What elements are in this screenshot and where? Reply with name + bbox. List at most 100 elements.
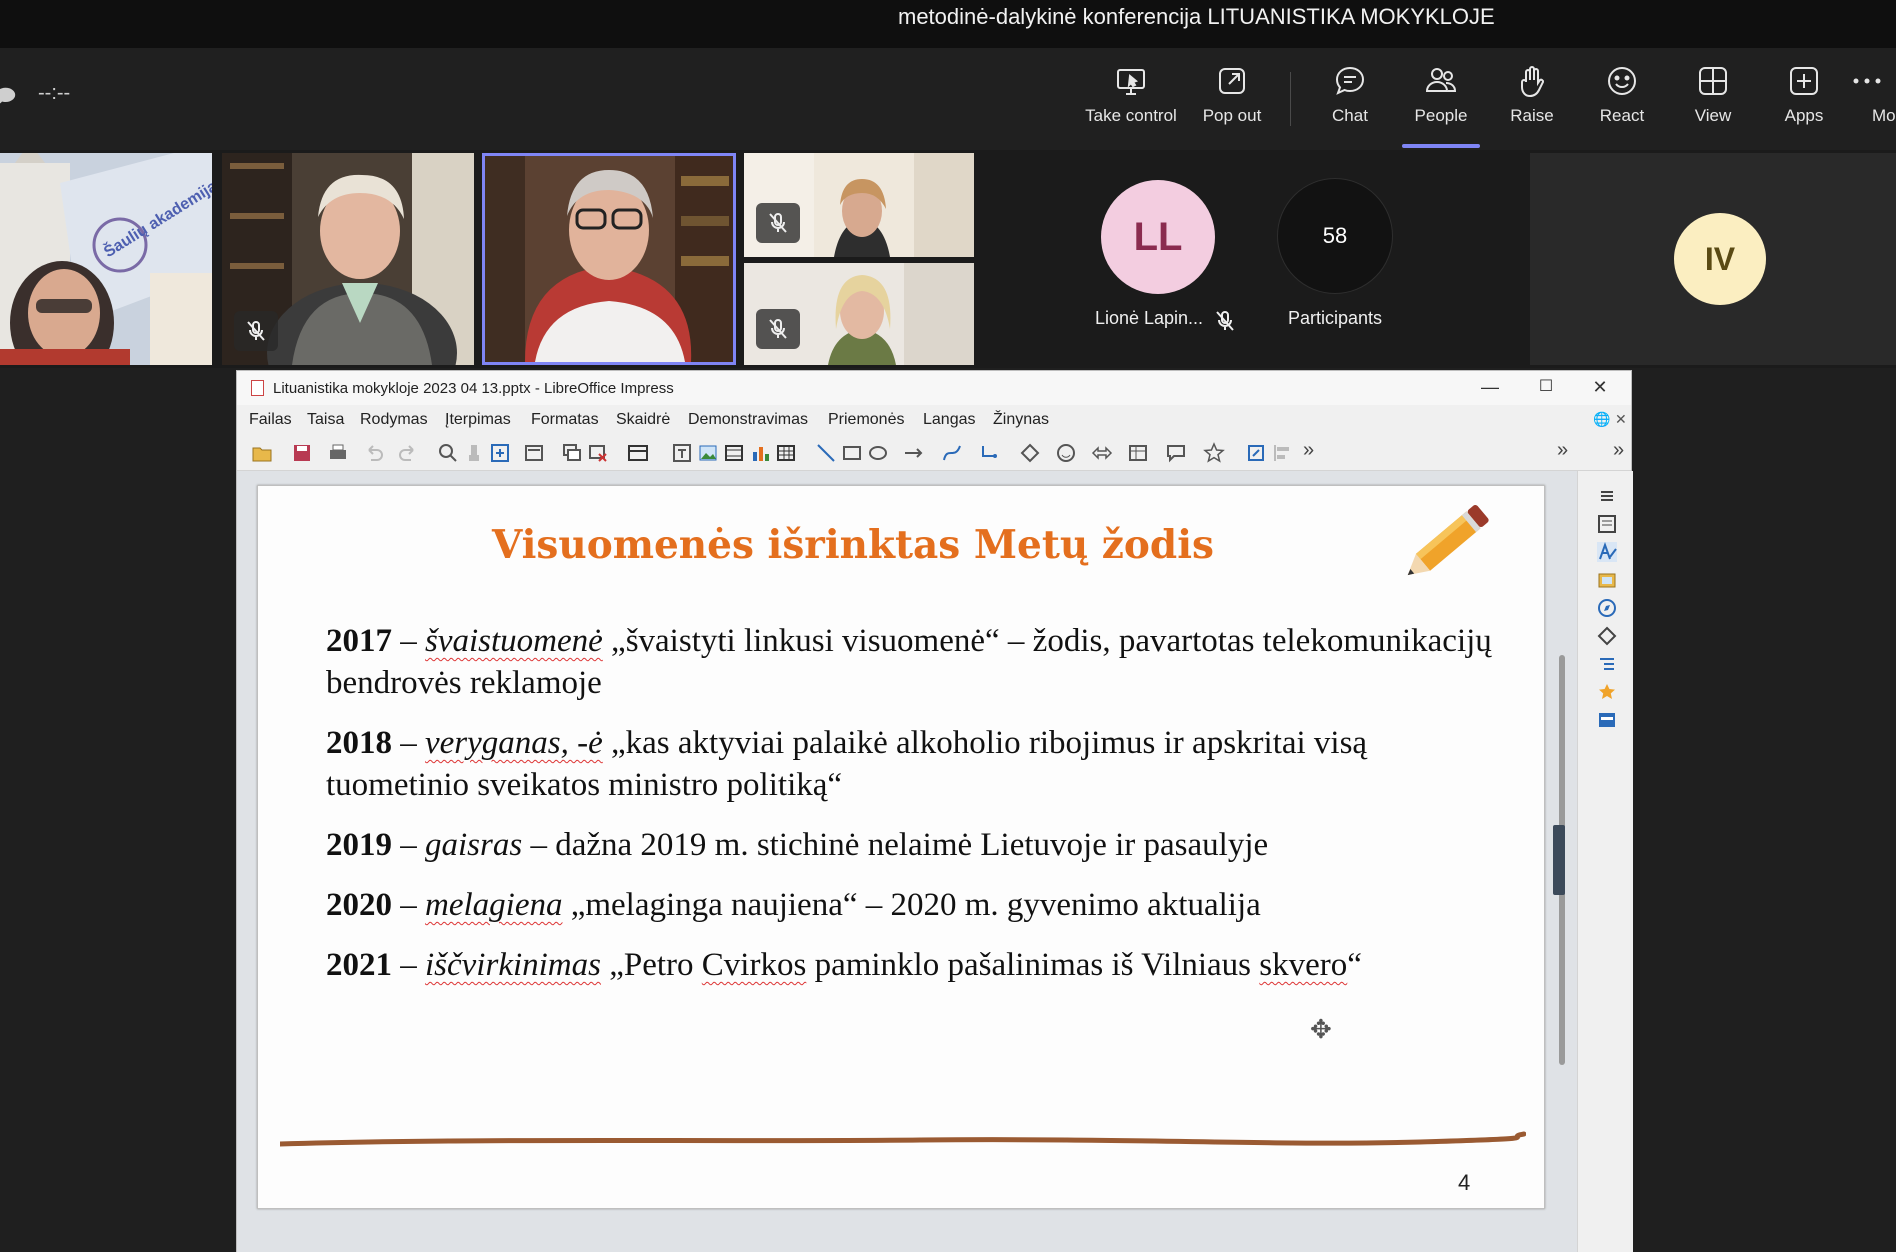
redo-icon[interactable]	[397, 442, 419, 464]
avatar-initials: LL	[1133, 214, 1183, 259]
insert-table-icon[interactable]	[775, 442, 797, 464]
react-button[interactable]: React	[1573, 64, 1671, 138]
chat-button[interactable]: Chat	[1301, 64, 1399, 138]
insert-media-icon[interactable]	[723, 442, 745, 464]
react-label: React	[1599, 106, 1645, 125]
menu-rodymas[interactable]: Rodymas	[360, 411, 428, 429]
lo-menu-bar: Failas Taisa Rodymas Įterpimas Formatas …	[237, 405, 1631, 435]
active-speaker-video-tile[interactable]	[482, 153, 736, 365]
lo-title-bar: Lituanistika mokykloje 2023 04 13.pptx -…	[237, 371, 1631, 405]
close-document-button[interactable]: ✕	[1615, 411, 1627, 428]
clone-formatting-icon[interactable]	[463, 442, 485, 464]
print-icon[interactable]	[327, 442, 349, 464]
entry-dash: –	[392, 725, 425, 761]
entry-definition: – dažna 2019 m. stichinė nelaimė Lietuvo…	[522, 827, 1269, 863]
participant-video-tile[interactable]	[222, 153, 474, 365]
transformations-icon[interactable]	[1245, 442, 1267, 464]
menu-skaidre[interactable]: Skaidrė	[616, 411, 670, 429]
people-button[interactable]: People	[1392, 64, 1490, 148]
navigator-icon[interactable]	[1596, 597, 1618, 619]
duplicate-slide-icon[interactable]	[561, 442, 583, 464]
lines-arrows-icon[interactable]	[903, 442, 925, 464]
lo-window-title: Lituanistika mokykloje 2023 04 13.pptx -…	[273, 380, 674, 397]
star-shapes-icon[interactable]	[1203, 442, 1225, 464]
sidebar-menu-icon[interactable]	[1596, 485, 1618, 507]
styles-icon[interactable]	[1596, 541, 1618, 563]
undo-icon[interactable]	[363, 442, 385, 464]
delete-slide-icon[interactable]	[587, 442, 609, 464]
ellipse-tool-icon[interactable]	[867, 442, 889, 464]
open-folder-icon[interactable]	[251, 442, 273, 464]
maximize-button[interactable]: ☐	[1519, 374, 1573, 402]
line-tool-icon[interactable]	[815, 442, 837, 464]
avatar-initials: IV	[1704, 240, 1736, 277]
text-box-icon[interactable]	[671, 442, 693, 464]
sidebar-overflow-button[interactable]: »	[1557, 439, 1579, 461]
zoom-page-icon[interactable]	[489, 442, 511, 464]
minimize-button[interactable]: —	[1463, 374, 1517, 402]
vertical-scrollbar[interactable]	[1553, 485, 1573, 1252]
entry-term: melagiena	[425, 887, 563, 923]
symbol-shapes-icon[interactable]	[1055, 442, 1077, 464]
master-slides-icon[interactable]	[1596, 709, 1618, 731]
participant-tile-iv[interactable]: IV	[1530, 153, 1896, 365]
block-arrows-icon[interactable]	[1091, 442, 1113, 464]
insert-chart-icon[interactable]	[749, 442, 771, 464]
save-icon[interactable]	[291, 442, 313, 464]
animation-icon[interactable]	[1596, 681, 1618, 703]
menu-demonstravimas[interactable]: Demonstravimas	[688, 411, 808, 429]
take-control-button[interactable]: Take control	[1082, 64, 1180, 138]
slide-canvas[interactable]: Visuomenės išrinktas Metų žodis 2017 – š…	[257, 485, 1545, 1209]
raise-hand-button[interactable]: Raise	[1483, 64, 1581, 138]
slide-layout-icon[interactable]	[523, 442, 545, 464]
menu-priemones[interactable]: Priemonės	[828, 411, 904, 429]
teams-meeting-window: metodinė-dalykinė konferencija LITUANIST…	[0, 0, 1896, 1252]
display-views-icon[interactable]	[627, 442, 649, 464]
participant-lione[interactable]: LL Lionė Lapin...	[1080, 180, 1236, 331]
participant-video-tile[interactable]: Šaulių akademija	[0, 153, 212, 365]
participants-count-button[interactable]: 58 Participants	[1270, 178, 1400, 329]
insert-image-icon[interactable]	[697, 442, 719, 464]
align-objects-icon[interactable]	[1271, 442, 1293, 464]
connectors-icon[interactable]	[979, 442, 1001, 464]
toolbar-overflow-button[interactable]: »	[1303, 439, 1325, 461]
menu-langas[interactable]: Langas	[923, 411, 976, 429]
view-icon	[1699, 67, 1727, 95]
basic-shapes-icon[interactable]	[1019, 442, 1041, 464]
take-control-icon	[1117, 69, 1145, 95]
menu-taisa[interactable]: Taisa	[307, 411, 344, 429]
shapes-icon[interactable]	[1596, 625, 1618, 647]
entry-2021: 2021 – iščvirkinimas „Petro Cvirkos pami…	[326, 944, 1506, 986]
close-button[interactable]: ✕	[1573, 374, 1627, 402]
pencil-icon	[1407, 504, 1489, 576]
entry-2017: 2017 – švaistuomenė „švaistyti linkusi v…	[326, 620, 1506, 704]
toolbar-overflow-right-button[interactable]: »	[1613, 439, 1635, 461]
rectangle-tool-icon[interactable]	[841, 442, 863, 464]
flowchart-icon[interactable]	[1127, 442, 1149, 464]
callout-shapes-icon[interactable]	[1165, 442, 1187, 464]
take-control-label: Take control	[1085, 106, 1177, 125]
participant-video-tile[interactable]	[744, 263, 974, 365]
menu-zinynas[interactable]: Žinynas	[993, 411, 1049, 429]
apps-button[interactable]: Apps	[1755, 64, 1853, 138]
properties-icon[interactable]	[1596, 513, 1618, 535]
entry-definition-b: Cvirkos	[701, 947, 807, 983]
sidebar-collapse-handle[interactable]	[1553, 825, 1565, 895]
entry-year: 2017	[326, 623, 392, 659]
menu-failas[interactable]: Failas	[249, 411, 292, 429]
participants-count-circle: 58	[1277, 178, 1393, 294]
menu-iterpimas[interactable]: Įterpimas	[445, 411, 511, 429]
globe-icon[interactable]: 🌐	[1593, 411, 1610, 428]
meeting-timer: --:--	[38, 82, 71, 104]
more-button[interactable]: Mo	[1842, 64, 1896, 138]
meeting-toolbar: 🗩 --:-- Take control Pop out Chat People…	[0, 48, 1896, 150]
slide-transition-icon[interactable]	[1596, 653, 1618, 675]
muted-mic-icon	[1216, 311, 1234, 331]
find-replace-icon[interactable]	[437, 442, 459, 464]
curves-icon[interactable]	[941, 442, 963, 464]
participant-video-tile[interactable]	[744, 153, 974, 257]
menu-formatas[interactable]: Formatas	[531, 411, 599, 429]
gallery-icon[interactable]	[1596, 569, 1618, 591]
pop-out-button[interactable]: Pop out	[1183, 64, 1281, 138]
view-button[interactable]: View	[1664, 64, 1762, 138]
